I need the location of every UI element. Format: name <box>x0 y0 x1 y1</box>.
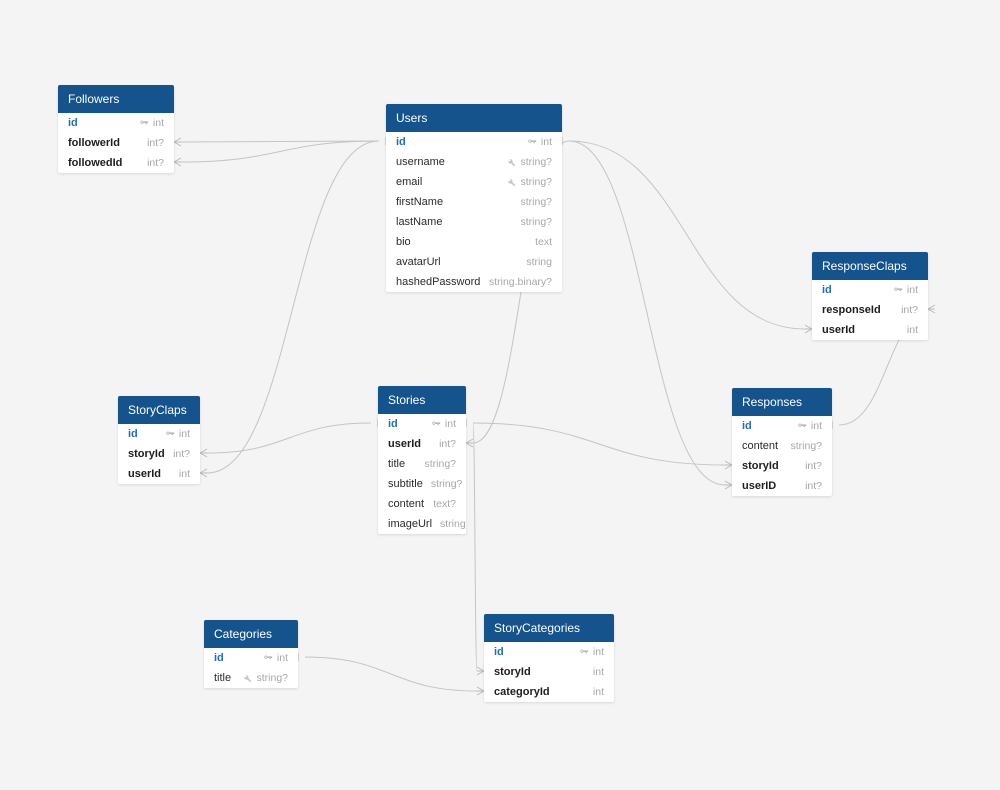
table-users[interactable]: Users id int username string? email stri… <box>386 104 562 292</box>
table-row: storyId int? <box>118 444 200 464</box>
col-name: lastName <box>396 216 442 228</box>
table-story-categories[interactable]: StoryCategories id int storyId int categ… <box>484 614 614 702</box>
table-row: userId int <box>118 464 200 484</box>
table-row: userId int <box>812 320 928 340</box>
table-response-claps[interactable]: ResponseClaps id int responseId int? use… <box>812 252 928 340</box>
col-name: userId <box>128 468 161 480</box>
table-row: bio text <box>386 232 562 252</box>
key-icon <box>579 647 589 657</box>
table-story-claps[interactable]: StoryClaps id int storyId int? userId in… <box>118 396 200 484</box>
col-name: followerId <box>68 137 120 149</box>
table-row: id int <box>732 416 832 436</box>
table-row: id int <box>118 424 200 444</box>
table-header: ResponseClaps <box>812 252 928 280</box>
table-stories[interactable]: Stories id int userId int? title string?… <box>378 386 466 534</box>
table-row: title string? <box>204 668 298 688</box>
col-name-id: id <box>68 117 78 129</box>
table-row: title string? <box>378 454 466 474</box>
table-header: Stories <box>378 386 466 414</box>
table-header: Responses <box>732 388 832 416</box>
col-name: responseId <box>822 304 881 316</box>
table-header: Followers <box>58 85 174 113</box>
table-header: StoryClaps <box>118 396 200 424</box>
table-header: StoryCategories <box>484 614 614 642</box>
col-name: bio <box>396 236 411 248</box>
col-name-id: id <box>388 418 398 430</box>
table-row: storyId int? <box>732 456 832 476</box>
col-name: storyId <box>128 448 165 460</box>
table-row: firstName string? <box>386 192 562 212</box>
table-row: id int <box>812 280 928 300</box>
col-name: userId <box>388 438 421 450</box>
col-name: title <box>214 672 231 684</box>
table-row: lastName string? <box>386 212 562 232</box>
table-row: userID int? <box>732 476 832 496</box>
table-row: userId int? <box>378 434 466 454</box>
table-row: username string? <box>386 152 562 172</box>
wrench-icon <box>243 674 252 683</box>
table-row: id int <box>58 113 174 133</box>
key-icon <box>797 421 807 431</box>
table-followers[interactable]: Followers id int followerId int? followe… <box>58 85 174 173</box>
col-name: content <box>388 498 424 510</box>
table-row: responseId int? <box>812 300 928 320</box>
table-row: followedId int? <box>58 153 174 173</box>
col-name: storyId <box>742 460 779 472</box>
col-name-id: id <box>214 652 224 664</box>
col-name: hashedPassword <box>396 276 480 288</box>
key-icon <box>431 419 441 429</box>
col-name-id: id <box>494 646 504 658</box>
key-icon <box>139 118 149 128</box>
col-name: userId <box>822 324 855 336</box>
table-row: storyId int <box>484 662 614 682</box>
col-name-id: id <box>128 428 138 440</box>
table-row: id int <box>204 648 298 668</box>
table-categories[interactable]: Categories id int title string? <box>204 620 298 688</box>
col-name: username <box>396 156 445 168</box>
col-name: firstName <box>396 196 443 208</box>
col-name: followedId <box>68 157 122 169</box>
key-icon <box>165 429 175 439</box>
table-row: id int <box>378 414 466 434</box>
table-header: Users <box>386 104 562 132</box>
table-row: categoryId int <box>484 682 614 702</box>
col-name-id: id <box>742 420 752 432</box>
table-row: email string? <box>386 172 562 192</box>
wrench-icon <box>507 178 516 187</box>
col-name: categoryId <box>494 686 550 698</box>
col-name-id: id <box>396 136 406 148</box>
table-row: subtitle string? <box>378 474 466 494</box>
table-row: followerId int? <box>58 133 174 153</box>
table-responses[interactable]: Responses id int content string? storyId… <box>732 388 832 496</box>
table-row: id int <box>484 642 614 662</box>
col-name: title <box>388 458 405 470</box>
col-name: content <box>742 440 778 452</box>
wrench-icon <box>507 158 516 167</box>
key-icon <box>893 285 903 295</box>
table-row: avatarUrl string <box>386 252 562 272</box>
col-name: subtitle <box>388 478 423 490</box>
table-header: Categories <box>204 620 298 648</box>
col-name-id: id <box>822 284 832 296</box>
col-name: avatarUrl <box>396 256 441 268</box>
col-name: storyId <box>494 666 531 678</box>
table-row: content string? <box>732 436 832 456</box>
col-name: email <box>396 176 422 188</box>
table-row: imageUrl string <box>378 514 466 534</box>
key-icon <box>263 653 273 663</box>
col-name: imageUrl <box>388 518 432 530</box>
table-row: content text? <box>378 494 466 514</box>
key-icon <box>527 137 537 147</box>
col-name: userID <box>742 480 776 492</box>
table-row: hashedPassword string.binary? <box>386 272 562 292</box>
table-row: id int <box>386 132 562 152</box>
